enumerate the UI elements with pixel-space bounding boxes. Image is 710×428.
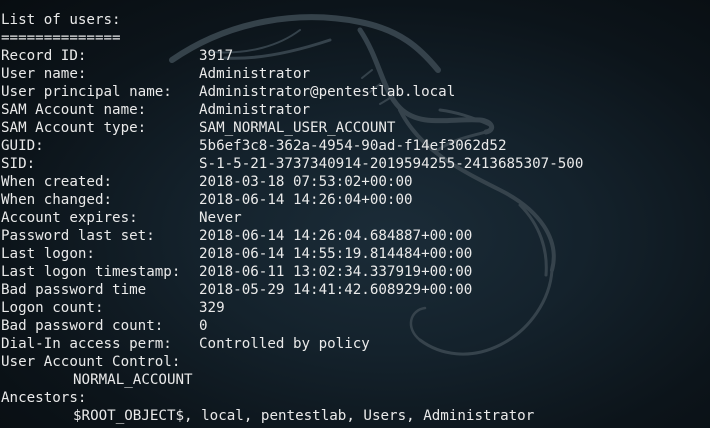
field-key: Bad password time [1, 282, 147, 298]
field-key: User principal name: [1, 84, 172, 100]
field-key: Account expires: [1, 210, 138, 226]
field-value: 2018-06-11 13:02:34.337919+00:00 [199, 264, 473, 280]
field-row-when-created: When created: 2018-03-18 07:53:02+00:00 [1, 173, 707, 191]
uac-value-line: NORMAL_ACCOUNT [1, 371, 707, 389]
ancestors-label: Ancestors: [1, 390, 87, 406]
ancestors-value: $ROOT_OBJECT$, local, pentestlab, Users,… [73, 408, 535, 424]
uac-value: NORMAL_ACCOUNT [73, 372, 193, 388]
field-row-guid: GUID: 5b6ef3c8-362a-4954-90ad-f14ef3062d… [1, 137, 707, 155]
field-key: Last logon: [1, 246, 95, 262]
field-row-dial-in-access-perm: Dial-In access perm: Controlled by polic… [1, 335, 707, 353]
field-value: Controlled by policy [199, 336, 370, 352]
field-row-sam-account-type: SAM Account type: SAM_NORMAL_USER_ACCOUN… [1, 119, 707, 137]
ancestors-label-line: Ancestors: [1, 389, 707, 407]
field-row-last-logon-timestamp: Last logon timestamp: 2018-06-11 13:02:3… [1, 263, 707, 281]
ancestors-value-line: $ROOT_OBJECT$, local, pentestlab, Users,… [1, 407, 707, 425]
field-value: 329 [199, 300, 225, 316]
field-value: 2018-03-18 07:53:02+00:00 [199, 174, 413, 190]
field-value: Administrator [199, 102, 311, 118]
separator-line: ============== [1, 29, 707, 47]
field-key: Record ID: [1, 48, 87, 64]
field-key: SAM Account name: [1, 102, 147, 118]
field-value: 0 [199, 318, 208, 334]
uac-label-line: User Account Control: [1, 353, 707, 371]
field-row-user-principal-name: User principal name: Administrator@pente… [1, 83, 707, 101]
separator: ============== [1, 30, 121, 46]
field-value: Administrator@pentestlab.local [199, 84, 456, 100]
field-value: S-1-5-21-3737340914-2019594255-241368530… [199, 156, 584, 172]
field-value: 2018-06-14 14:55:19.814484+00:00 [199, 246, 473, 262]
field-value: 2018-06-14 14:26:04+00:00 [199, 192, 413, 208]
field-key: Last logon timestamp: [1, 264, 181, 280]
field-row-when-changed: When changed: 2018-06-14 14:26:04+00:00 [1, 191, 707, 209]
field-row-logon-count: Logon count: 329 [1, 299, 707, 317]
heading-line: List of users: [1, 11, 707, 29]
terminal-output: List of users: ============== Record ID:… [1, 11, 707, 425]
field-key: When changed: [1, 192, 113, 208]
field-row-last-logon: Last logon: 2018-06-14 14:55:19.814484+0… [1, 245, 707, 263]
field-row-user-name: User name: Administrator [1, 65, 707, 83]
field-key: Dial-In access perm: [1, 336, 172, 352]
field-key: When created: [1, 174, 113, 190]
field-key: Password last set: [1, 228, 155, 244]
field-row-bad-password-count: Bad password count: 0 [1, 317, 707, 335]
uac-label: User Account Control: [1, 354, 181, 370]
field-row-sid: SID: S-1-5-21-3737340914-2019594255-2413… [1, 155, 707, 173]
field-key: SAM Account type: [1, 120, 147, 136]
field-key: Logon count: [1, 300, 104, 316]
field-value: 3917 [199, 48, 234, 64]
field-key: User name: [1, 66, 87, 82]
field-value: 2018-05-29 14:41:42.608929+00:00 [199, 282, 473, 298]
field-value: 5b6ef3c8-362a-4954-90ad-f14ef3062d52 [199, 138, 507, 154]
list-heading: List of users: [1, 12, 121, 28]
field-row-bad-password-time: Bad password time 2018-05-29 14:41:42.60… [1, 281, 707, 299]
field-row-account-expires: Account expires: Never [1, 209, 707, 227]
field-key: SID: [1, 156, 36, 172]
field-value: SAM_NORMAL_USER_ACCOUNT [199, 120, 396, 136]
field-key: GUID: [1, 138, 44, 154]
field-key: Bad password count: [1, 318, 164, 334]
field-value: Administrator [199, 66, 311, 82]
field-value: Never [199, 210, 242, 226]
field-value: 2018-06-14 14:26:04.684887+00:00 [199, 228, 473, 244]
field-row-password-last-set: Password last set: 2018-06-14 14:26:04.6… [1, 227, 707, 245]
field-row-record-id: Record ID: 3917 [1, 47, 707, 65]
field-row-sam-account-name: SAM Account name: Administrator [1, 101, 707, 119]
